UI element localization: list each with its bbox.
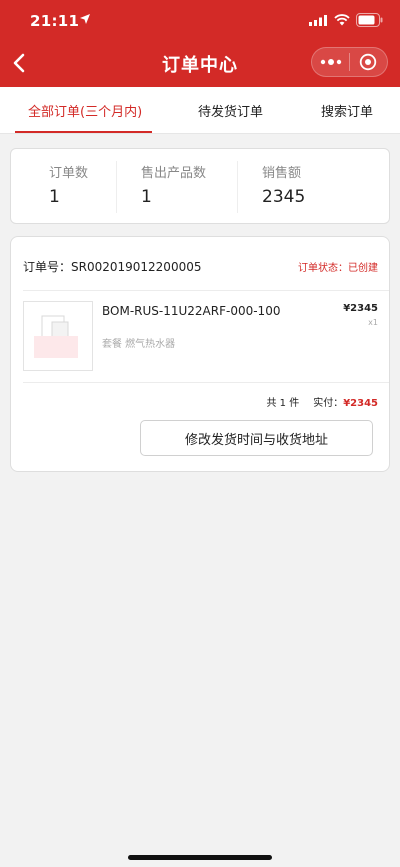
- stat-label: 销售额: [262, 166, 302, 181]
- stat-order-count: 订单数 1: [49, 162, 88, 207]
- product-thumbnail: [23, 301, 93, 371]
- order-number: 订单号：SR002019012200005: [23, 260, 202, 274]
- product-quantity: x1: [368, 318, 378, 327]
- app-header: 21:11 订单中心: [0, 0, 400, 87]
- nav-bar: 订单中心: [0, 42, 400, 87]
- stat-value: 2345: [262, 187, 306, 207]
- stat-divider: [237, 161, 238, 213]
- product-image-icon: [34, 315, 78, 358]
- wifi-icon: [334, 14, 350, 26]
- order-tabs: 全部订单(三个月内) 待发货订单 搜索订单: [0, 87, 400, 134]
- home-indicator[interactable]: [128, 855, 272, 860]
- stat-products-sold: 售出产品数 1: [141, 162, 206, 207]
- target-circle-icon: [360, 53, 377, 71]
- more-dots-icon: [320, 59, 341, 65]
- product-description: 套餐 燃气热水器: [102, 339, 176, 350]
- order-status: 订单状态：已创建: [298, 263, 378, 274]
- divider: [23, 290, 389, 291]
- modify-shipping-button[interactable]: 修改发货时间与收货地址: [140, 420, 373, 456]
- paid-amount: ¥2345: [343, 398, 378, 409]
- miniprogram-capsule: [311, 47, 388, 77]
- stat-value: 1: [141, 187, 152, 207]
- battery-icon: [356, 13, 383, 27]
- stat-label: 订单数: [49, 166, 89, 181]
- stat-sales-amount: 销售额 2345: [262, 162, 305, 207]
- order-card[interactable]: 订单号：SR002019012200005 订单状态：已创建 BOM-RUS-1…: [10, 236, 390, 472]
- divider: [23, 382, 389, 383]
- product-name: BOM-RUS-11U22ARF-000-100: [102, 304, 281, 318]
- order-total-row: 共 1 件 实付：¥2345: [266, 394, 378, 409]
- stat-divider: [116, 161, 117, 213]
- item-count: 共 1 件: [266, 398, 300, 409]
- active-tab-indicator: [15, 131, 152, 133]
- stats-card: 订单数 1 售出产品数 1 销售额 2345: [10, 148, 390, 224]
- signal-icon: [309, 15, 327, 26]
- location-arrow-icon: [80, 14, 90, 24]
- tab-all-orders[interactable]: 全部订单(三个月内): [28, 101, 142, 120]
- stat-value: 1: [49, 187, 60, 207]
- paid-summary: 实付：¥2345: [313, 394, 378, 409]
- product-price: ¥2345: [343, 303, 378, 314]
- tab-search-orders[interactable]: 搜索订单: [321, 101, 373, 120]
- close-miniprogram-button[interactable]: [350, 48, 387, 76]
- status-bar: 21:11: [0, 0, 400, 42]
- stat-label: 售出产品数: [141, 166, 207, 181]
- more-options-button[interactable]: [312, 48, 349, 76]
- paid-label: 实付：: [313, 398, 344, 409]
- tab-pending-shipment[interactable]: 待发货订单: [198, 101, 263, 120]
- status-time: 21:11: [30, 12, 80, 30]
